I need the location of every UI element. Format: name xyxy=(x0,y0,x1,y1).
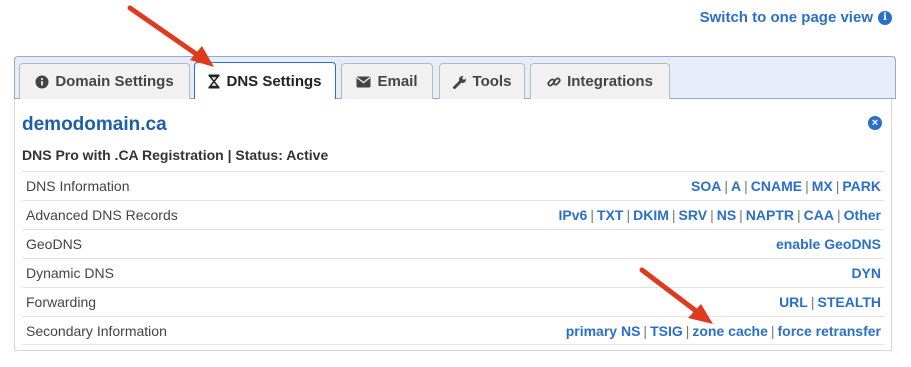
row-label: Secondary Information xyxy=(26,322,167,339)
link-dkim[interactable]: DKIM xyxy=(633,207,669,223)
link-stealth[interactable]: STEALTH xyxy=(817,294,881,310)
row-dns-information: DNS Information SOA | A | CNAME | MX | PARK xyxy=(22,171,884,200)
tab-dns-settings[interactable]: DNS Settings xyxy=(194,62,336,99)
row-label: Dynamic DNS xyxy=(26,265,114,281)
row-dynamic-dns: Dynamic DNS DYN xyxy=(22,258,884,287)
tab-email[interactable]: Email xyxy=(341,63,433,99)
link-other[interactable]: Other xyxy=(844,207,881,223)
tab-label: Email xyxy=(377,73,418,90)
tab-domain-settings[interactable]: Domain Settings xyxy=(19,63,190,99)
settings-list: DNS Information SOA | A | CNAME | MX | PARK Adva… xyxy=(22,171,884,345)
plan-status: DNS Pro with .CA Registration | Status: … xyxy=(22,147,329,163)
link-mx[interactable]: MX xyxy=(812,178,833,194)
tab-label: Domain Settings xyxy=(55,73,174,90)
wrench-icon xyxy=(452,75,466,89)
link-url[interactable]: URL xyxy=(779,294,808,310)
hourglass-icon xyxy=(208,74,221,88)
link-ns[interactable]: NS xyxy=(717,207,736,223)
link-caa[interactable]: CAA xyxy=(804,207,834,223)
tab-label: DNS Settings xyxy=(226,72,322,90)
row-label: Forwarding xyxy=(26,294,97,310)
switch-one-page-view-link[interactable]: Switch to one page view i xyxy=(700,9,892,26)
link-txt[interactable]: TXT xyxy=(597,207,623,223)
envelope-icon xyxy=(356,76,371,87)
dns-settings-panel: demodomain.ca × DNS Pro with .CA Registr… xyxy=(14,99,892,351)
tab-bar: Domain Settings DNS Settings Email Tools… xyxy=(14,56,896,99)
link-primary-ns[interactable]: primary NS xyxy=(566,323,641,339)
row-secondary-information: Secondary Information primary NS | TSIG | zo… xyxy=(22,316,884,345)
link-zone-cache[interactable]: zone cache xyxy=(692,323,767,339)
row-label: Advanced DNS Records xyxy=(26,207,178,223)
tab-label: Tools xyxy=(472,73,512,90)
link-enable-geodns[interactable]: enable GeoDNS xyxy=(776,236,881,252)
row-forwarding: Forwarding URL | STEALTH xyxy=(22,287,884,316)
row-label: DNS Information xyxy=(26,178,130,194)
link-naptr[interactable]: NAPTR xyxy=(746,207,794,223)
link-park[interactable]: PARK xyxy=(842,178,881,194)
info-circle-icon: i xyxy=(878,10,892,25)
link-dyn[interactable]: DYN xyxy=(851,265,881,281)
row-geodns: GeoDNS enable GeoDNS xyxy=(22,229,884,258)
tab-label: Integrations xyxy=(567,73,653,90)
domain-title: demodomain.ca xyxy=(22,114,167,135)
row-advanced-dns-records: Advanced DNS Records IPv6 | TXT | DKIM | SRV | N… xyxy=(22,200,884,229)
link-cname[interactable]: CNAME xyxy=(751,178,802,194)
link-tsig[interactable]: TSIG xyxy=(650,323,683,339)
link-icon xyxy=(547,77,561,86)
link-srv[interactable]: SRV xyxy=(679,207,708,223)
switch-view-label: Switch to one page view xyxy=(699,9,873,26)
tab-integrations[interactable]: Integrations xyxy=(530,63,670,99)
info-circle-icon xyxy=(35,75,49,88)
link-force-retransfer[interactable]: force retransfer xyxy=(778,323,882,339)
link-ipv6[interactable]: IPv6 xyxy=(559,207,588,223)
close-icon[interactable]: × xyxy=(868,116,882,130)
row-label: GeoDNS xyxy=(26,236,83,252)
link-a[interactable]: A xyxy=(731,178,741,194)
tab-tools[interactable]: Tools xyxy=(439,63,525,99)
link-soa[interactable]: SOA xyxy=(691,178,721,194)
